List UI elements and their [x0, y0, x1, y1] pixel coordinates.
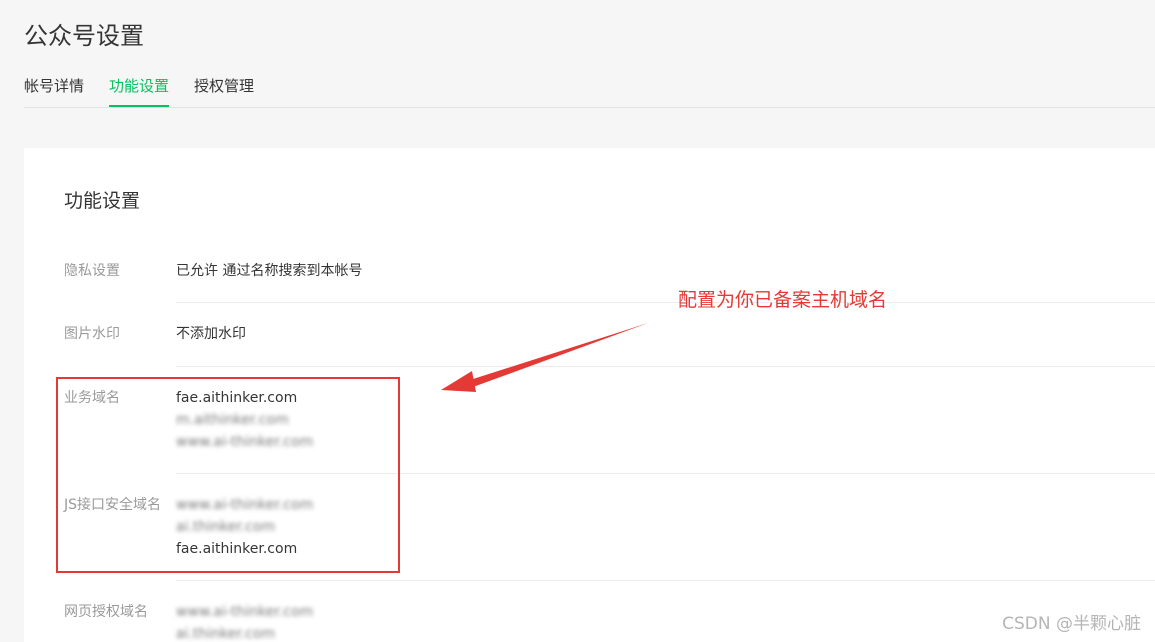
card-title: 功能设置	[64, 190, 141, 212]
row-divider	[176, 580, 1155, 581]
watermark-label: 图片水印	[64, 326, 120, 342]
page-title: 公众号设置	[24, 22, 144, 50]
tab-account-details[interactable]: 帐号详情	[24, 75, 84, 107]
oauth-domain-list: www.ai-thinker.com ai.thinker.com	[176, 601, 313, 642]
row-divider	[176, 366, 1155, 367]
highlight-box	[56, 377, 400, 573]
row-divider	[176, 302, 1155, 303]
watermark-value: 不添加水印	[176, 326, 246, 342]
tab-authorization-management[interactable]: 授权管理	[194, 75, 254, 107]
page: 公众号设置 帐号详情 功能设置 授权管理 功能设置 隐私设置 已允许 通过名称搜…	[0, 0, 1155, 642]
oauth-domain-label: 网页授权域名	[64, 604, 148, 620]
csdn-watermark: CSDN @半颗心脏	[1002, 614, 1141, 634]
oauth-domain-item: www.ai-thinker.com	[176, 604, 314, 620]
tabs-divider	[24, 107, 1155, 108]
privacy-label: 隐私设置	[64, 263, 120, 279]
annotation-text: 配置为你已备案主机域名	[678, 289, 888, 311]
oauth-domain-item: ai.thinker.com	[176, 626, 276, 642]
privacy-value: 已允许 通过名称搜索到本帐号	[176, 263, 363, 279]
tab-feature-settings[interactable]: 功能设置	[109, 75, 170, 107]
tab-bar: 帐号详情 功能设置 授权管理	[24, 75, 279, 107]
